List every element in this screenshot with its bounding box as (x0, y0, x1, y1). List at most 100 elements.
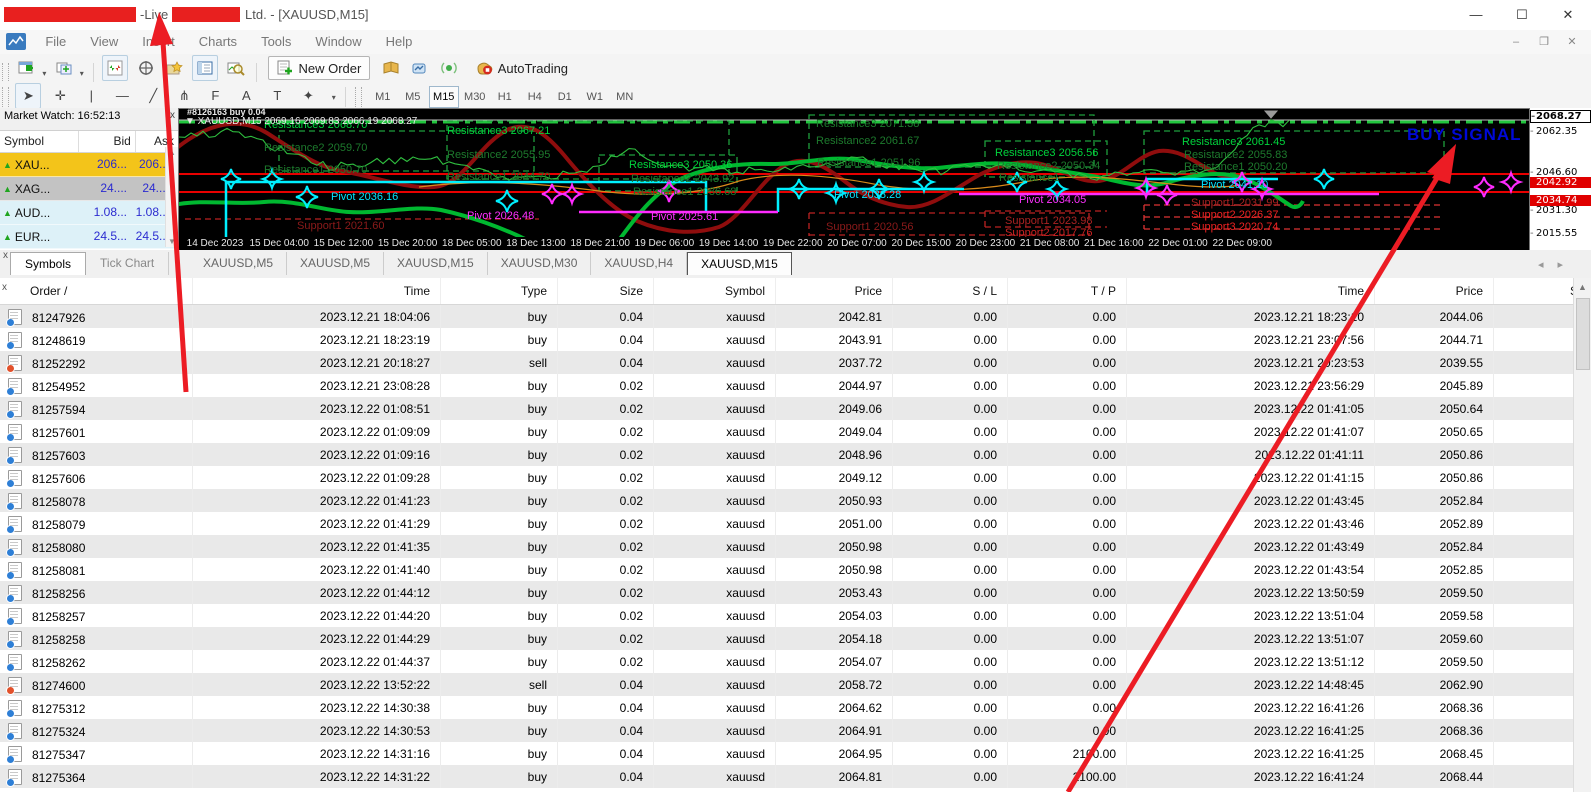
terminal-close-icon[interactable]: x (2, 282, 7, 293)
order-row[interactable]: 81275324 2023.12.22 14:30:53 buy 0.04 xauusd… (0, 719, 1591, 742)
order-row[interactable]: 81258080 2023.12.22 01:41:35 buy 0.02 xauusd… (0, 535, 1591, 558)
order-row[interactable]: 81275364 2023.12.22 14:31:22 buy 0.04 xauusd… (0, 765, 1591, 788)
order-row[interactable]: 81258079 2023.12.22 01:41:29 buy 0.02 xauusd… (0, 512, 1591, 535)
chart-close-button[interactable]: ✕ (1559, 33, 1585, 51)
chart-restore-button[interactable]: ❐ (1531, 33, 1557, 51)
chart-tab-3[interactable]: XAUUSD,M30 (488, 252, 592, 275)
label-tool-icon[interactable]: T (265, 84, 289, 108)
market-watch-row-aud[interactable]: ▲ AUD... 1.08... 1.08... (0, 201, 178, 225)
order-row[interactable]: 81252292 2023.12.21 20:18:27 sell 0.04 xauus… (0, 351, 1591, 374)
market-watch-scrollbar[interactable]: ▲ ▼ (165, 147, 178, 247)
time-axis[interactable]: 14 Dec 2023 15 Dec 04:00 15 Dec 12:00 15 De… (179, 237, 1529, 250)
channel-tool-icon[interactable]: ⋔ (172, 84, 196, 108)
shapes-dropdown[interactable]: ▾ (332, 93, 336, 102)
timeframe-m15[interactable]: M15 (428, 86, 459, 108)
order-row[interactable]: 81275312 2023.12.22 14:30:38 buy 0.04 xauusd… (0, 696, 1591, 719)
chart-tab-5[interactable]: XAUUSD,M15 (687, 252, 792, 275)
order-row[interactable]: 81257601 2023.12.22 01:09:09 buy 0.02 xauusd… (0, 420, 1591, 443)
tab-scroll-left-icon[interactable]: ◂ (1538, 259, 1558, 271)
orders-scrollbar[interactable]: ▲ (1573, 278, 1591, 792)
new-chart-icon[interactable] (15, 56, 39, 80)
tab-symbols[interactable]: Symbols (10, 252, 87, 275)
market-watch-icon[interactable] (102, 55, 129, 81)
timeframe-d1[interactable]: D1 (551, 87, 579, 107)
chart-tab-0[interactable]: XAUUSD,M5 (190, 252, 288, 275)
market-watch-row-eur[interactable]: ▲ EUR... 24.5... 24.5... (0, 225, 178, 249)
order-row[interactable]: 81257606 2023.12.22 01:09:28 buy 0.02 xauusd… (0, 466, 1591, 489)
order-row[interactable]: 81275347 2023.12.22 14:31:16 buy 0.04 xauusd… (0, 742, 1591, 765)
maximize-button[interactable]: ☐ (1499, 0, 1545, 30)
scroll-up-icon[interactable]: ▲ (168, 148, 176, 157)
timeframe-h1[interactable]: H1 (491, 87, 519, 107)
tab-scroll-right-icon[interactable]: ▸ (1557, 259, 1577, 271)
tab-tick-chart[interactable]: Tick Chart (86, 252, 170, 275)
new-chart-dropdown[interactable]: ▾ (42, 69, 46, 78)
panel-close-icon[interactable]: x (3, 250, 8, 261)
scroll-thumb[interactable] (1576, 298, 1590, 370)
column-symbol[interactable]: Symbol (0, 131, 80, 152)
order-row[interactable]: 81248619 2023.12.21 18:23:19 buy 0.04 xauusd… (0, 328, 1591, 351)
order-row[interactable]: 81258258 2023.12.22 01:44:29 buy 0.02 xauusd… (0, 627, 1591, 650)
orders-column-7[interactable]: T / P (1007, 278, 1127, 305)
price-axis[interactable]: 2068.272062.352046.602042.922034.742031.… (1530, 108, 1591, 251)
close-button[interactable]: ✕ (1545, 0, 1591, 30)
tab-scroll-arrows[interactable]: ◂▸ (1538, 258, 1577, 271)
crosshair-tool-icon[interactable]: ✛ (48, 84, 72, 108)
vertical-line-tool-icon[interactable]: | (79, 84, 103, 108)
navigator-icon[interactable] (163, 56, 187, 80)
order-row[interactable]: 81247926 2023.12.21 18:04:06 buy 0.04 xauusd… (0, 304, 1591, 328)
fibonacci-tool-icon[interactable]: F (203, 84, 227, 108)
timeframe-m30[interactable]: M30 (461, 87, 489, 107)
menu-window[interactable]: Window (303, 30, 373, 53)
orders-column-2[interactable]: Type (440, 278, 558, 305)
orders-column-4[interactable]: Symbol (653, 278, 776, 305)
chart-minimize-button[interactable]: – (1503, 33, 1529, 51)
order-row[interactable]: 81258257 2023.12.22 01:44:20 buy 0.02 xauusd… (0, 604, 1591, 627)
publish-icon[interactable] (408, 56, 432, 80)
chart-tab-1[interactable]: XAUUSD,M5 (287, 252, 385, 275)
chart-tab-2[interactable]: XAUUSD,M15 (384, 252, 488, 275)
order-row[interactable]: 81258262 2023.12.22 01:44:37 buy 0.02 xauusd… (0, 650, 1591, 673)
scroll-up-icon[interactable]: ▲ (1574, 278, 1591, 292)
order-row[interactable]: 81257603 2023.12.22 01:09:16 buy 0.02 xauusd… (0, 443, 1591, 466)
journal-icon[interactable] (379, 56, 403, 80)
cursor-tool-icon[interactable]: ➤ (15, 83, 42, 109)
timeframe-m1[interactable]: M1 (369, 87, 397, 107)
shapes-tool-icon[interactable]: ✦ (296, 84, 320, 108)
data-window-icon[interactable] (134, 56, 158, 80)
orders-column-9[interactable]: Price (1374, 278, 1494, 305)
autotrading-button[interactable]: AutoTrading (470, 57, 574, 79)
profiles-dropdown[interactable]: ▾ (80, 69, 84, 78)
price-chart[interactable]: Resistance3 2068.70 Resistance2 2059.70 Re… (178, 107, 1530, 250)
orders-column-0[interactable]: Order / (0, 278, 193, 305)
market-watch-close-icon[interactable]: x (170, 110, 175, 121)
minimize-button[interactable]: — (1453, 0, 1499, 30)
menu-file[interactable]: File (33, 30, 78, 53)
orders-column-6[interactable]: S / L (892, 278, 1008, 305)
signals-icon[interactable] (437, 56, 461, 80)
trendline-tool-icon[interactable]: ╱ (141, 84, 165, 108)
order-row[interactable]: 81258078 2023.12.22 01:41:23 buy 0.02 xauusd… (0, 489, 1591, 512)
profiles-icon[interactable] (53, 56, 77, 80)
timeframe-w1[interactable]: W1 (581, 87, 609, 107)
menu-charts[interactable]: Charts (187, 30, 249, 53)
order-row[interactable]: 81254952 2023.12.21 23:08:28 buy 0.02 xauusd… (0, 374, 1591, 397)
market-watch-row-xau[interactable]: ▲ XAU... 206... 206... (0, 153, 178, 177)
column-bid[interactable]: Bid (79, 131, 136, 152)
order-row[interactable]: 81258081 2023.12.22 01:41:40 buy 0.02 xauusd… (0, 558, 1591, 581)
horizontal-line-tool-icon[interactable]: — (110, 84, 134, 108)
menu-view[interactable]: View (78, 30, 130, 53)
chart-tab-4[interactable]: XAUUSD,H4 (591, 252, 688, 275)
order-row[interactable]: 81274600 2023.12.22 13:52:22 sell 0.04 xauus… (0, 673, 1591, 696)
menu-help[interactable]: Help (374, 30, 425, 53)
menu-tools[interactable]: Tools (249, 30, 303, 53)
order-row[interactable]: 81257594 2023.12.22 01:08:51 buy 0.02 xauusd… (0, 397, 1591, 420)
text-tool-icon[interactable]: A (234, 84, 258, 108)
orders-column-3[interactable]: Size (557, 278, 654, 305)
timeframe-mn[interactable]: MN (611, 87, 639, 107)
strategy-tester-icon[interactable] (224, 56, 248, 80)
scroll-down-icon[interactable]: ▼ (168, 237, 176, 246)
order-row[interactable]: 81258256 2023.12.22 01:44:12 buy 0.02 xauusd… (0, 581, 1591, 604)
orders-column-5[interactable]: Price (775, 278, 893, 305)
orders-column-1[interactable]: Time (192, 278, 441, 305)
